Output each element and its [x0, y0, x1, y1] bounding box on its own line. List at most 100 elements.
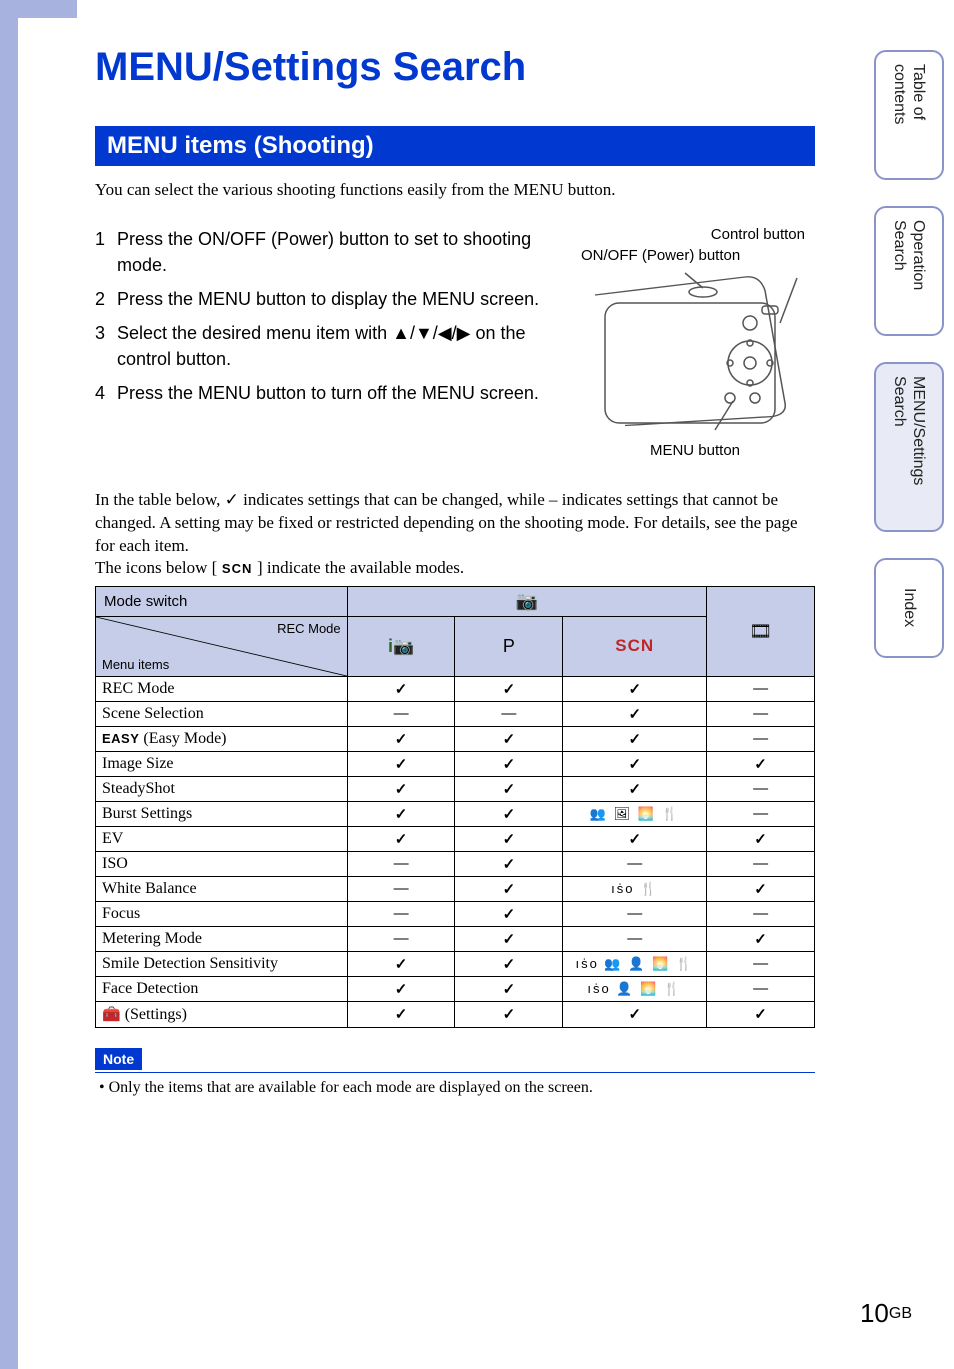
cell: ✓	[347, 801, 455, 826]
iconline-scn: SCN	[217, 561, 257, 576]
tab-index[interactable]: Index	[874, 558, 944, 658]
step-4: 4Press the MENU button to turn off the M…	[95, 380, 555, 406]
table-row: Face Detection✓✓ıṡo 👤 🌅 🍴—	[96, 976, 815, 1001]
cell: —	[707, 676, 815, 701]
modes-table: Mode switch 📷 🎞 REC Mode Menu items i📷 P…	[95, 586, 815, 1028]
th-movie-icon: 🎞	[707, 586, 815, 676]
page-number: 10GB	[860, 1298, 912, 1329]
row-label[interactable]: SteadyShot	[96, 776, 348, 801]
cell: ✓	[563, 726, 707, 751]
cell: ✓	[455, 676, 563, 701]
step-num: 3	[95, 320, 117, 372]
cell: —	[707, 901, 815, 926]
cell: —	[707, 951, 815, 976]
cell: —	[707, 851, 815, 876]
note-rule	[95, 1072, 815, 1073]
steps-left: 1Press the ON/OFF (Power) button to set …	[95, 226, 555, 459]
cell: ✓	[347, 951, 455, 976]
cell: ✓	[563, 751, 707, 776]
scn-mode-icons: 👥 🖼 🌅 🍴	[590, 806, 680, 821]
step-2: 2Press the MENU button to display the ME…	[95, 286, 555, 312]
cell: —	[707, 701, 815, 726]
label-onoff-button: ON/OFF (Power) button	[575, 247, 815, 264]
scn-mode-icons: ıṡo 🍴	[611, 881, 658, 896]
step-text: Press the MENU button to turn off the ME…	[117, 380, 555, 406]
cell: ✓	[347, 776, 455, 801]
cell: ✓	[455, 801, 563, 826]
table-row: Smile Detection Sensitivity✓✓ıṡo 👥 👤 🌅 🍴…	[96, 951, 815, 976]
cell: —	[707, 976, 815, 1001]
tab-menu-settings-search[interactable]: MENU/Settings Search	[874, 362, 944, 532]
table-row: Image Size✓✓✓✓	[96, 751, 815, 776]
row-label[interactable]: Image Size	[96, 751, 348, 776]
steps-list: 1Press the ON/OFF (Power) button to set …	[95, 226, 555, 407]
cell: 👥 🖼 🌅 🍴	[563, 801, 707, 826]
cell: ✓	[455, 726, 563, 751]
table-row: EV✓✓✓✓	[96, 826, 815, 851]
table-row: SteadyShot✓✓✓—	[96, 776, 815, 801]
cell: ✓	[347, 826, 455, 851]
film-icon: 🎞	[749, 621, 772, 641]
table-row: EASY (Easy Mode)✓✓✓—	[96, 726, 815, 751]
th-scn: SCN	[563, 616, 707, 676]
step-3: 3Select the desired menu item with ▲/▼/◀…	[95, 320, 555, 372]
th-iauto: i📷	[347, 616, 455, 676]
scn-mode-icons: ıṡo 👤 🌅 🍴	[587, 981, 682, 996]
page-content: MENU/Settings Search MENU items (Shootin…	[95, 45, 815, 1097]
cell: —	[563, 926, 707, 951]
row-label[interactable]: Scene Selection	[96, 701, 348, 726]
th-rec-mode: REC Mode	[277, 621, 341, 636]
step-num: 2	[95, 286, 117, 312]
row-label[interactable]: Metering Mode	[96, 926, 348, 951]
cell: ✓	[707, 1001, 815, 1027]
cell: ✓	[455, 926, 563, 951]
row-label[interactable]: Burst Settings	[96, 801, 348, 826]
cell: ✓	[455, 951, 563, 976]
page-suffix: GB	[889, 1305, 912, 1322]
table-explain: In the table below, ✓ indicates settings…	[95, 489, 815, 558]
th-p: P	[455, 616, 563, 676]
table-row: White Balance—✓ıṡo 🍴✓	[96, 876, 815, 901]
cell: —	[347, 901, 455, 926]
steps-wrap: 1Press the ON/OFF (Power) button to set …	[95, 226, 815, 459]
cell: ✓	[707, 876, 815, 901]
row-label[interactable]: EASY (Easy Mode)	[96, 726, 348, 751]
tab-operation-search[interactable]: Operation Search	[874, 206, 944, 336]
tab-toc[interactable]: Table of contents	[874, 50, 944, 180]
th-menu-items: Menu items	[102, 657, 169, 672]
cell: ✓	[563, 701, 707, 726]
step-text: Press the ON/OFF (Power) button to set t…	[117, 226, 555, 278]
row-label[interactable]: Focus	[96, 901, 348, 926]
row-label[interactable]: Smile Detection Sensitivity	[96, 951, 348, 976]
row-label[interactable]: ISO	[96, 851, 348, 876]
iconline-suf: ] indicate the available modes.	[257, 558, 464, 577]
left-decor-band	[0, 0, 18, 1369]
table-row: Metering Mode—✓—✓	[96, 926, 815, 951]
cell: —	[707, 776, 815, 801]
row-label[interactable]: REC Mode	[96, 676, 348, 701]
cell: ıṡo 👤 🌅 🍴	[563, 976, 707, 1001]
cell: ✓	[347, 1001, 455, 1027]
cell: —	[347, 926, 455, 951]
label-control-button: Control button	[575, 226, 815, 243]
row-label[interactable]: White Balance	[96, 876, 348, 901]
cell: —	[347, 876, 455, 901]
camera-svg	[585, 268, 805, 438]
side-tabs: Table of contents Operation Search MENU/…	[859, 50, 944, 684]
cell: ✓	[347, 751, 455, 776]
row-label[interactable]: EV	[96, 826, 348, 851]
cell: —	[347, 851, 455, 876]
cell: ✓	[455, 1001, 563, 1027]
cell: —	[455, 701, 563, 726]
cell: ✓	[707, 826, 815, 851]
page-number-value: 10	[860, 1298, 889, 1328]
intro-text: You can select the various shooting func…	[95, 180, 815, 200]
modes-tbody: REC Mode✓✓✓—Scene Selection——✓—EASY (Eas…	[96, 676, 815, 1027]
cell: ✓	[563, 676, 707, 701]
step-1: 1Press the ON/OFF (Power) button to set …	[95, 226, 555, 278]
row-label[interactable]: Face Detection	[96, 976, 348, 1001]
table-row: ISO—✓——	[96, 851, 815, 876]
page-title: MENU/Settings Search	[95, 45, 815, 90]
row-label[interactable]: 🧰 (Settings)	[96, 1001, 348, 1027]
step-num: 1	[95, 226, 117, 278]
